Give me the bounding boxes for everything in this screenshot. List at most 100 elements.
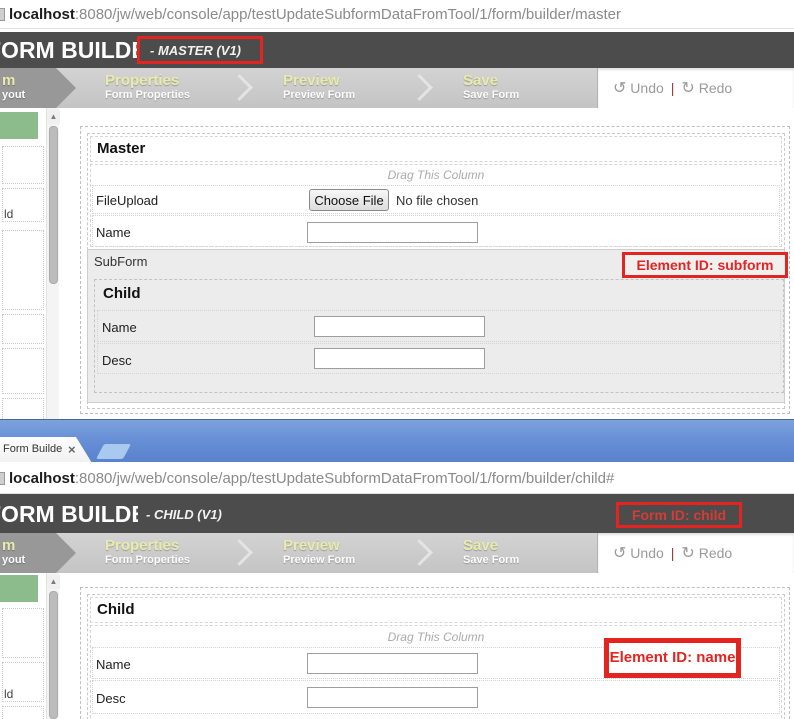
subform-inner-canvas: Child Name Desc: [94, 279, 784, 393]
scroll-thumb[interactable]: [49, 591, 58, 719]
undo-redo-panel: ↺ Undo | ↻ Redo: [597, 533, 794, 573]
subform-title-row: Child: [97, 282, 781, 307]
version-highlight-box: - MASTER (V1): [137, 36, 263, 64]
subform-annotation-box: Element ID: subform: [622, 252, 788, 278]
undo-icon: ↺: [613, 80, 627, 97]
child-window: Form Builde × localhost:8080/jw/web/cons…: [0, 419, 794, 719]
palette-item[interactable]: ld: [2, 188, 44, 222]
browser-tab[interactable]: Form Builde ×: [0, 437, 92, 463]
new-tab-button[interactable]: [96, 444, 131, 459]
palette-item[interactable]: [2, 608, 44, 658]
tab-design-form-label: m: [2, 537, 16, 554]
tab-save[interactable]: Save Save Form: [463, 537, 519, 567]
scroll-up-button[interactable]: ▲: [47, 575, 60, 589]
tab-design-form[interactable]: m yout: [0, 533, 76, 573]
field-label: Name: [96, 657, 131, 672]
tab-design-form[interactable]: m yout: [0, 68, 76, 108]
undo-redo-separator: |: [670, 545, 675, 561]
section-title-row[interactable]: Master: [90, 136, 782, 162]
address-bar[interactable]: localhost:8080/jw/web/console/app/testUp…: [0, 0, 794, 29]
app-title: FORM BUILDER: [0, 37, 138, 63]
chevron-icon: [406, 74, 433, 101]
tab-design-form-label: m: [2, 72, 16, 89]
section-title-row[interactable]: Child: [90, 597, 782, 623]
tab-preview-sublabel: Preview Form: [283, 554, 356, 566]
url-path: :8080/jw/web/console/app/testUpdateSubfo…: [74, 470, 615, 487]
subform-form-title: Child: [103, 285, 141, 302]
scroll-up-button[interactable]: ▲: [47, 110, 60, 124]
palette-item[interactable]: [2, 348, 44, 394]
tab-save[interactable]: Save Save Form: [463, 72, 519, 102]
chevron-icon: [226, 539, 253, 566]
undo-redo-panel: ↺ Undo | ↻ Redo: [597, 68, 794, 108]
url-text[interactable]: localhost:8080/jw/web/console/app/testUp…: [9, 0, 621, 29]
palette-item[interactable]: [2, 398, 44, 419]
name-annotation-box: Element ID: name: [604, 638, 741, 678]
builder-toolbar: m yout Properties Form Properties Previe…: [0, 68, 794, 108]
app-header: FORM BUILDER - CHILD (V1) Form ID: child: [0, 494, 794, 533]
redo-button[interactable]: ↻ Redo: [681, 80, 732, 97]
subform-label: SubForm: [94, 254, 148, 269]
subform-field-row-name[interactable]: Name: [97, 310, 781, 342]
field-label: Name: [96, 225, 131, 240]
master-window: localhost:8080/jw/web/console/app/testUp…: [0, 0, 794, 419]
redo-button[interactable]: ↻ Redo: [681, 545, 732, 562]
form-canvas: Master Drag This Column FileUpload Choos…: [80, 126, 790, 414]
palette-item[interactable]: ld: [2, 662, 44, 702]
desc-input[interactable]: [307, 687, 478, 708]
palette-scrollbar[interactable]: ▲: [46, 108, 60, 419]
page-icon: [0, 8, 5, 21]
palette-item-label: ld: [4, 687, 14, 701]
field-label: Name: [102, 320, 137, 335]
version-label: - MASTER (V1): [150, 43, 241, 58]
chevron-icon: [406, 539, 433, 566]
browser-titlebar[interactable]: Form Builde ×: [0, 419, 794, 463]
tab-save-sublabel: Save Form: [463, 554, 520, 566]
field-row-desc[interactable]: Desc: [92, 680, 780, 714]
url-text[interactable]: localhost:8080/jw/web/console/app/testUp…: [9, 464, 614, 493]
tab-preview[interactable]: Preview Preview Form: [283, 537, 355, 567]
browser-tab-title: Form Builde: [3, 443, 63, 455]
subform-name-input[interactable]: [314, 316, 485, 337]
tab-preview[interactable]: Preview Preview Form: [283, 72, 355, 102]
field-label: Desc: [102, 353, 132, 368]
tab-design-form-sublabel: yout: [2, 554, 26, 566]
palette-item[interactable]: [2, 314, 44, 344]
subform-field-row-desc[interactable]: Desc: [97, 343, 781, 374]
subform-desc-input[interactable]: [314, 348, 485, 369]
url-host: localhost: [9, 6, 75, 23]
tab-save-label: Save: [463, 72, 499, 89]
palette-item-green[interactable]: [0, 112, 38, 139]
scroll-thumb[interactable]: [49, 126, 58, 284]
palette-item[interactable]: [2, 230, 44, 310]
choose-file-button[interactable]: Choose File: [309, 189, 389, 211]
tab-properties-sublabel: Form Properties: [105, 89, 190, 101]
tab-close-icon[interactable]: ×: [68, 437, 76, 462]
palette-item-green[interactable]: [0, 575, 38, 602]
app-header: FORM BUILDER - MASTER (V1): [0, 32, 794, 68]
palette-item[interactable]: [2, 146, 44, 184]
name-input[interactable]: [307, 653, 478, 674]
page-icon: [0, 472, 5, 485]
address-bar[interactable]: localhost:8080/jw/web/console/app/testUp…: [0, 462, 794, 494]
palette-scrollbar[interactable]: ▲: [46, 573, 60, 719]
name-input[interactable]: [307, 222, 478, 243]
tab-properties[interactable]: Properties Form Properties: [105, 537, 190, 567]
tab-save-label: Save: [463, 537, 499, 554]
undo-icon: ↺: [613, 545, 627, 562]
file-status-text: No file chosen: [396, 193, 479, 208]
subform-panel[interactable]: SubForm Element ID: subform Child Name D…: [87, 249, 788, 403]
palette-item[interactable]: [2, 706, 44, 719]
tab-preview-sublabel: Preview Form: [283, 89, 356, 101]
chevron-icon: [226, 74, 253, 101]
field-row-name[interactable]: Name: [92, 215, 780, 247]
form-title: Child: [97, 601, 135, 618]
undo-button[interactable]: ↺ Undo: [613, 545, 664, 562]
drag-hint: Drag This Column: [387, 168, 485, 182]
tab-properties-label: Properties: [105, 72, 180, 89]
tab-save-sublabel: Save Form: [463, 89, 520, 101]
form-column[interactable]: Drag This Column FileUpload Choose File …: [90, 164, 782, 247]
field-row-fileupload[interactable]: FileUpload Choose File No file chosen: [92, 185, 780, 214]
tab-properties[interactable]: Properties Form Properties: [105, 72, 190, 102]
undo-button[interactable]: ↺ Undo: [613, 80, 664, 97]
